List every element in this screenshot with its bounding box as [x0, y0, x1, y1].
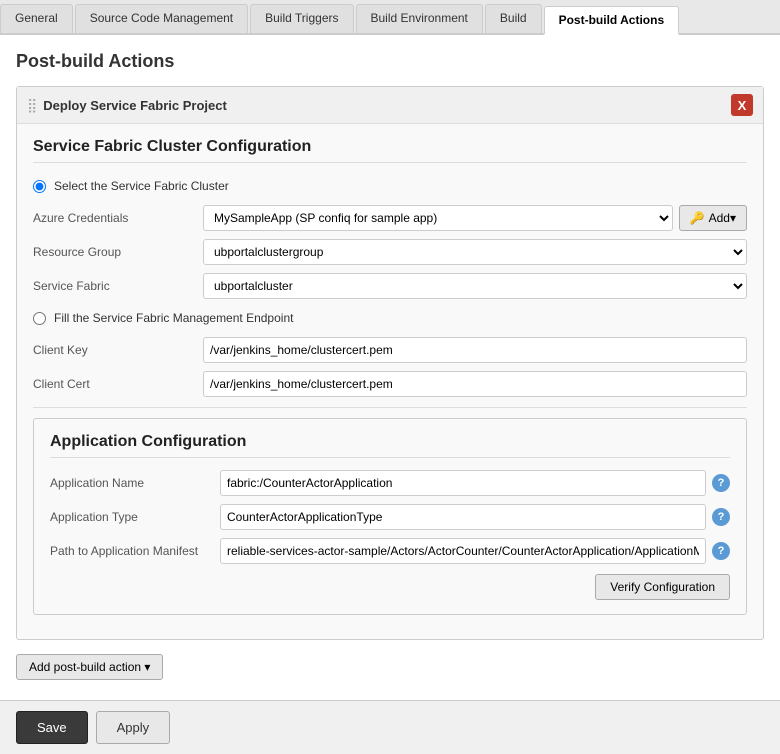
add-credentials-button[interactable]: 🔑 Add▾	[679, 205, 747, 231]
client-key-input[interactable]	[203, 337, 747, 363]
manifest-help-icon[interactable]: ?	[712, 542, 730, 560]
page-title: Post-build Actions	[16, 51, 764, 72]
deploy-section-title: Deploy Service Fabric Project	[43, 98, 731, 113]
footer: Save Apply	[0, 700, 780, 754]
add-action-row: Add post-build action ▾	[16, 654, 764, 680]
radio-row-fill-endpoint: Fill the Service Fabric Management Endpo…	[33, 307, 747, 329]
drag-handle-icon: ⣿	[27, 97, 37, 114]
manifest-input[interactable]	[220, 538, 706, 564]
resource-group-row: Resource Group ubportalclustergroup	[33, 239, 747, 265]
deploy-section-header: ⣿ Deploy Service Fabric Project X	[17, 87, 763, 124]
cluster-config-heading: Service Fabric Cluster Configuration	[33, 138, 747, 163]
app-name-help-icon[interactable]: ?	[712, 474, 730, 492]
app-config-heading: Application Configuration	[50, 433, 730, 458]
radio-fill-endpoint-label[interactable]: Fill the Service Fabric Management Endpo…	[54, 311, 293, 325]
azure-credentials-row: Azure Credentials MySampleApp (SP confiq…	[33, 205, 747, 231]
tab-build-triggers[interactable]: Build Triggers	[250, 4, 353, 33]
app-config-section: Application Configuration Application Na…	[33, 418, 747, 615]
service-fabric-label: Service Fabric	[33, 279, 203, 293]
client-key-row: Client Key	[33, 337, 747, 363]
manifest-label: Path to Application Manifest	[50, 544, 220, 558]
add-credentials-label: Add▾	[709, 211, 736, 225]
app-name-row: Application Name ?	[50, 470, 730, 496]
main-content: Post-build Actions ⣿ Deploy Service Fabr…	[0, 35, 780, 700]
deploy-section-body: Service Fabric Cluster Configuration Sel…	[17, 124, 763, 639]
apply-button[interactable]: Apply	[96, 711, 171, 744]
resource-group-select[interactable]: ubportalclustergroup	[203, 239, 747, 265]
tab-general[interactable]: General	[0, 4, 73, 33]
radio-fill-endpoint[interactable]	[33, 312, 46, 325]
radio-select-cluster[interactable]	[33, 180, 46, 193]
app-type-label: Application Type	[50, 510, 220, 524]
verify-configuration-button[interactable]: Verify Configuration	[595, 574, 730, 600]
azure-credentials-label: Azure Credentials	[33, 211, 203, 225]
tab-build-environment[interactable]: Build Environment	[356, 4, 483, 33]
tab-build[interactable]: Build	[485, 4, 542, 33]
tab-source-code[interactable]: Source Code Management	[75, 4, 248, 33]
client-key-label: Client Key	[33, 343, 203, 357]
service-fabric-select[interactable]: ubportalcluster	[203, 273, 747, 299]
tab-post-build-actions[interactable]: Post-build Actions	[544, 6, 680, 35]
verify-row: Verify Configuration	[50, 574, 730, 600]
deploy-section: ⣿ Deploy Service Fabric Project X Servic…	[16, 86, 764, 640]
manifest-row: Path to Application Manifest ?	[50, 538, 730, 564]
resource-group-label: Resource Group	[33, 245, 203, 259]
key-icon: 🔑	[690, 211, 705, 225]
azure-credentials-select[interactable]: MySampleApp (SP confiq for sample app)	[203, 205, 673, 231]
service-fabric-row: Service Fabric ubportalcluster	[33, 273, 747, 299]
app-type-row: Application Type ?	[50, 504, 730, 530]
divider	[33, 407, 747, 408]
azure-credentials-controls: MySampleApp (SP confiq for sample app) 🔑…	[203, 205, 747, 231]
tab-bar: General Source Code Management Build Tri…	[0, 0, 780, 35]
radio-select-cluster-label[interactable]: Select the Service Fabric Cluster	[54, 179, 229, 193]
save-button[interactable]: Save	[16, 711, 88, 744]
client-cert-row: Client Cert	[33, 371, 747, 397]
app-name-label: Application Name	[50, 476, 220, 490]
add-post-build-action-button[interactable]: Add post-build action ▾	[16, 654, 163, 680]
app-name-input[interactable]	[220, 470, 706, 496]
app-type-input[interactable]	[220, 504, 706, 530]
client-cert-input[interactable]	[203, 371, 747, 397]
client-cert-label: Client Cert	[33, 377, 203, 391]
close-deploy-button[interactable]: X	[731, 94, 753, 116]
app-type-help-icon[interactable]: ?	[712, 508, 730, 526]
radio-row-select-cluster: Select the Service Fabric Cluster	[33, 175, 747, 197]
